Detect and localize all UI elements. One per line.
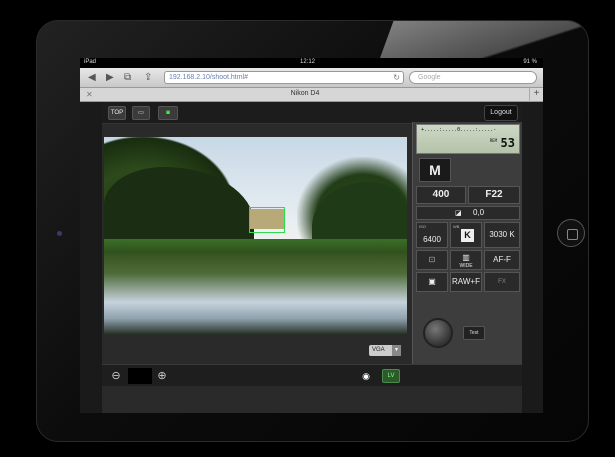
tab-title[interactable]: Nikon D4 xyxy=(80,90,530,97)
af-focus-frame[interactable] xyxy=(249,207,285,233)
exposure-meter: +.....:.....0.....:.....- xyxy=(421,127,497,133)
liveview-toolbar: ⊖ ⊕ ◉ LV xyxy=(102,364,522,386)
wb-mode: K xyxy=(461,229,474,242)
wide-label: WIDE xyxy=(459,263,473,269)
ev-icon: ◪ xyxy=(455,210,462,217)
back-icon[interactable]: ◀ xyxy=(88,72,96,83)
shutter-speed[interactable]: 400 xyxy=(416,186,466,204)
shots-remaining: 53 xyxy=(500,136,515,150)
new-tab-icon[interactable]: + xyxy=(529,88,543,102)
release-mode-icon[interactable]: ▣ xyxy=(416,272,448,292)
clock: 12:12 xyxy=(300,59,316,65)
tab-bar: ✕ Nikon D4 + xyxy=(80,88,543,102)
image-quality[interactable]: RAW+F xyxy=(450,272,482,292)
focus-mode[interactable]: AF-F xyxy=(484,250,520,270)
rem-label: REM xyxy=(489,138,497,143)
ipad-screen: iPad 12:12 91 % ◀ ▶ ⧉ ⇪ 192.168.2.10/sho… xyxy=(80,58,543,413)
top-lcd: +.....:.....0.....:.....- REM 53 xyxy=(416,124,520,154)
status-bar: iPad 12:12 91 % xyxy=(80,58,543,68)
af-area-mode[interactable]: ▥ WIDE xyxy=(450,250,482,270)
top-button[interactable]: TOP xyxy=(108,106,126,120)
app-topbar: TOP ▭ ◙ Logout xyxy=(102,102,522,124)
image-area[interactable]: FX xyxy=(484,272,520,292)
url-text: 192.168.2.10/shoot.html# xyxy=(169,74,249,81)
camera-mode-icon[interactable]: ◙ xyxy=(158,106,178,120)
wb-kelvin[interactable]: 3030 K xyxy=(484,222,520,248)
zoom-in-icon[interactable]: ⊕ xyxy=(154,368,170,384)
zoom-level xyxy=(128,368,152,384)
resolution-select[interactable]: VGA ▼ xyxy=(369,345,401,356)
shutter-release-button[interactable] xyxy=(423,318,453,348)
af-area-icon: ▥ xyxy=(462,253,470,262)
exposure-mode[interactable]: M xyxy=(419,158,451,182)
wb-setting[interactable]: WB K xyxy=(450,222,482,248)
chevron-down-icon: ▼ xyxy=(392,345,401,356)
iso-setting[interactable]: ISO 6400 xyxy=(416,222,448,248)
bookmarks-icon[interactable]: ⧉ xyxy=(124,72,131,83)
camera-web-app: TOP ▭ ◙ Logout VGA ▼ ⊖ ⊕ ◉ LV +.....:...… xyxy=(102,102,522,413)
exposure-compensation[interactable]: ◪ 0,0 xyxy=(416,206,520,220)
logout-button[interactable]: Logout xyxy=(484,105,518,121)
resolution-value: VGA xyxy=(372,347,385,353)
battery-level: 91 % xyxy=(523,59,537,65)
test-button[interactable]: Test xyxy=(463,326,485,340)
live-view-image[interactable] xyxy=(104,137,407,335)
search-field[interactable]: Google xyxy=(409,71,537,84)
share-icon[interactable]: ⇪ xyxy=(144,72,152,83)
capture-icon[interactable]: ◉ xyxy=(358,369,374,383)
zoom-out-icon[interactable]: ⊖ xyxy=(108,368,124,384)
aperture[interactable]: F22 xyxy=(468,186,520,204)
iso-value: 6400 xyxy=(423,235,441,244)
camera-settings-panel: +.....:.....0.....:.....- REM 53 M 400 F… xyxy=(412,122,522,364)
safari-toolbar: ◀ ▶ ⧉ ⇪ 192.168.2.10/shoot.html# ↻ Googl… xyxy=(80,68,543,88)
playback-icon[interactable]: ▭ xyxy=(132,106,150,120)
front-camera xyxy=(57,231,62,236)
reload-icon[interactable]: ↻ xyxy=(393,73,400,82)
address-bar[interactable]: 192.168.2.10/shoot.html# ↻ xyxy=(164,71,404,84)
home-button[interactable] xyxy=(557,219,585,247)
metering-icon[interactable]: ⊡ xyxy=(416,250,448,270)
liveview-toggle[interactable]: LV xyxy=(382,369,400,383)
carrier-label: iPad xyxy=(84,59,97,65)
forward-icon[interactable]: ▶ xyxy=(106,72,114,83)
